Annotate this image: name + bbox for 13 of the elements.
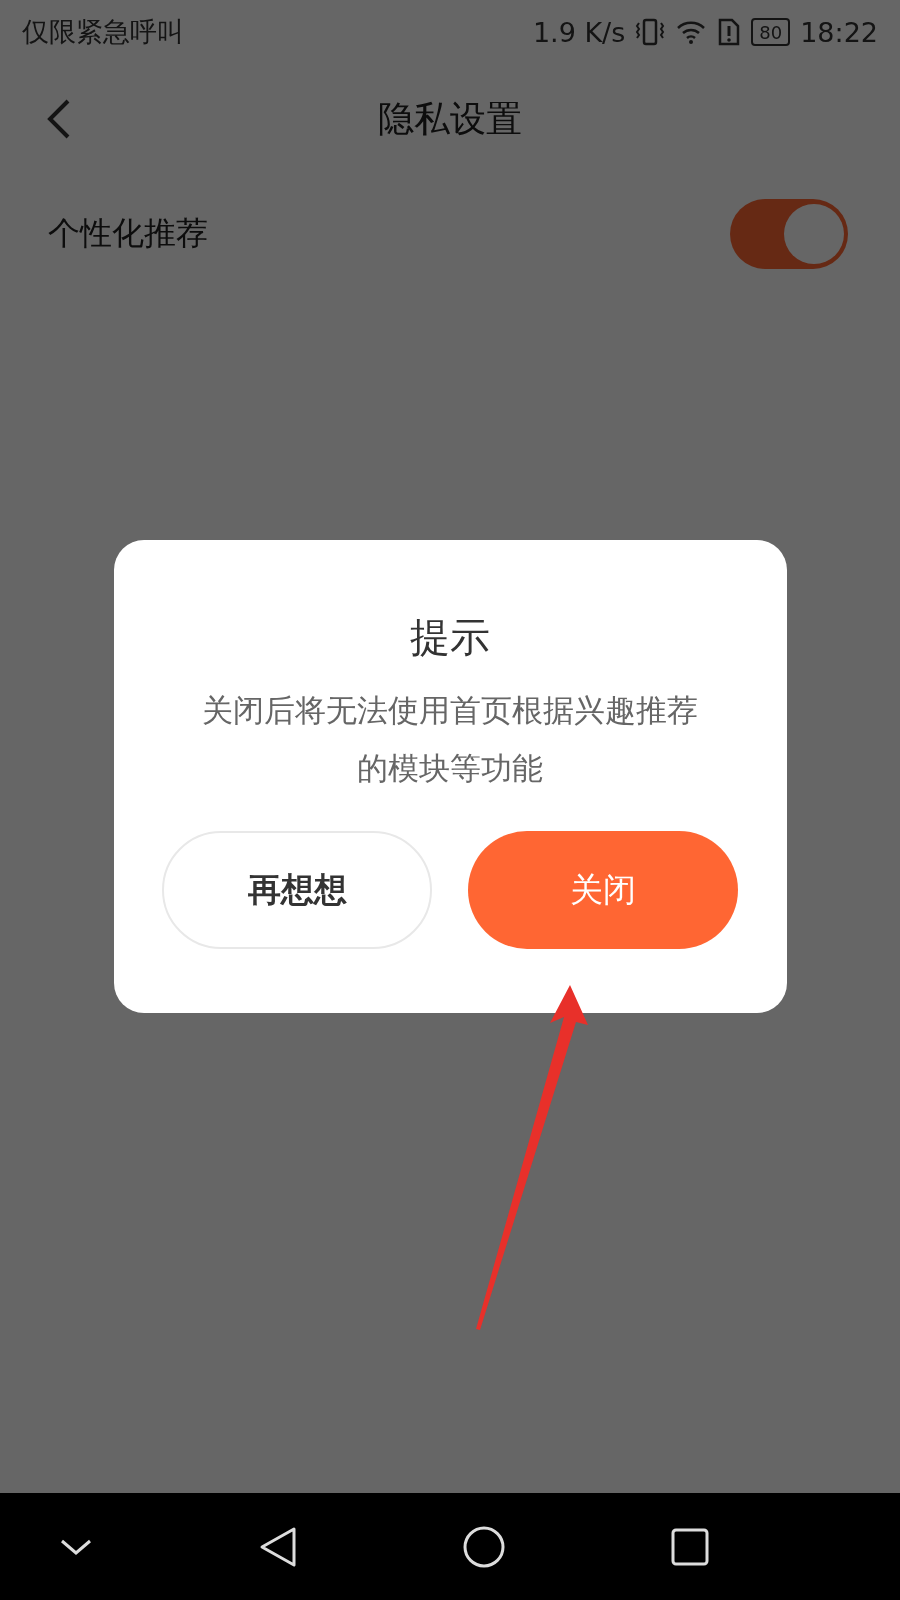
network-speed: 1.9 K/s [532, 16, 626, 48]
dialog-title: 提示 [410, 613, 490, 662]
recents-icon[interactable] [670, 1526, 710, 1567]
cancel-button[interactable]: 再想想 [162, 831, 432, 949]
vibrate-icon [635, 17, 666, 47]
clock: 18:22 [800, 16, 878, 48]
dialog-message: 关闭后将无法使用首页根据兴趣推荐的模块等功能 [201, 691, 699, 788]
page-title: 隐私设置 [378, 96, 522, 141]
sim-alert-icon [717, 17, 742, 47]
battery-icon: 80 [751, 18, 791, 46]
carrier-text: 仅限紧急呼叫 [22, 15, 184, 49]
home-icon[interactable] [462, 1524, 506, 1569]
setting-label: 个性化推荐 [48, 213, 208, 254]
